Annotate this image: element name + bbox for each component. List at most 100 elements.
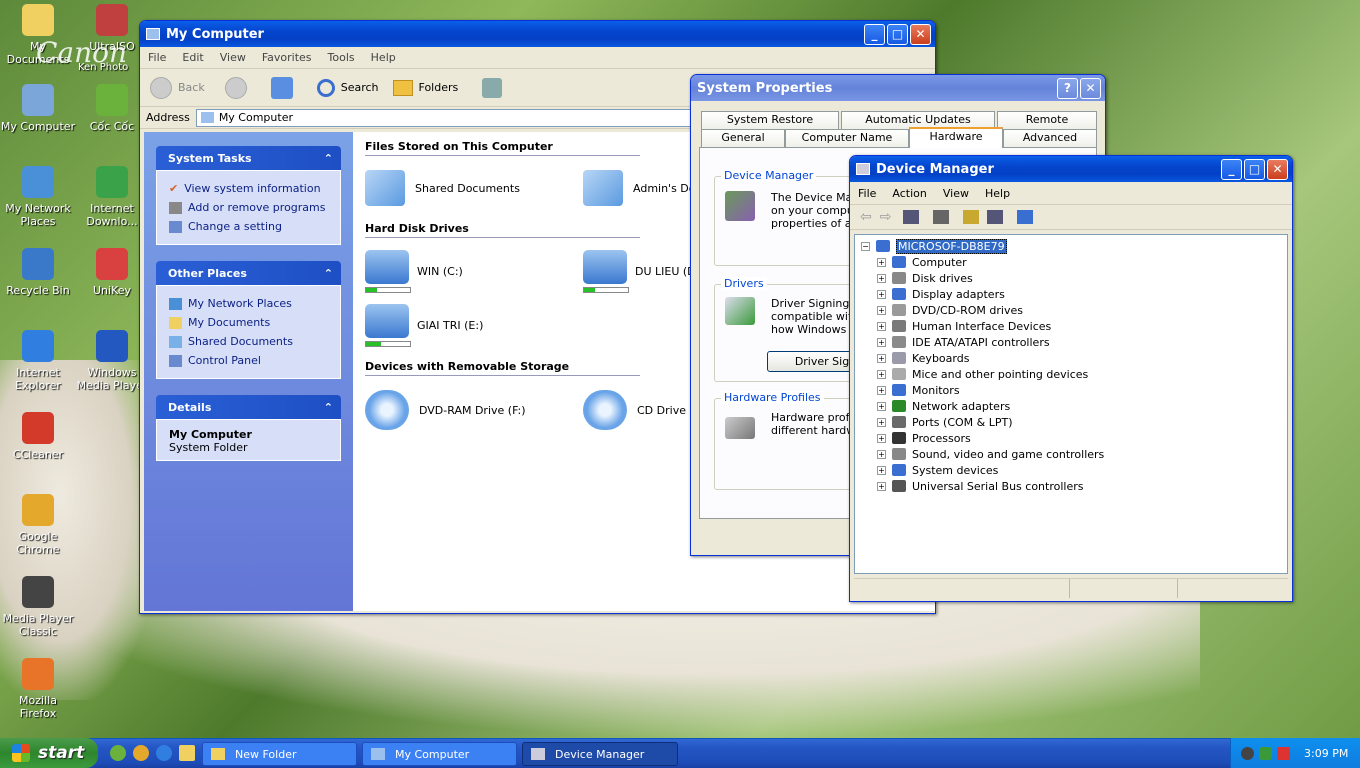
expand-icon[interactable]: + xyxy=(877,273,886,283)
menu-favorites[interactable]: Favorites xyxy=(254,51,320,64)
help-icon[interactable] xyxy=(963,210,980,224)
tree-node[interactable]: + Network adapters xyxy=(877,398,1287,414)
tree-root[interactable]: − MICROSOF-DB8E79 xyxy=(861,238,1287,254)
search-icon[interactable] xyxy=(316,78,335,97)
quicklaunch-chrome-icon[interactable] xyxy=(133,745,149,761)
tab-general[interactable]: General xyxy=(701,129,785,147)
other-places-header[interactable]: Other Places ⌃ xyxy=(156,261,341,285)
system-properties-titlebar[interactable]: System Properties ? ✕ xyxy=(691,75,1105,101)
root-label[interactable]: MICROSOF-DB8E79 xyxy=(896,238,1007,254)
forward-arrow-icon[interactable] xyxy=(224,76,247,99)
desktop-icon[interactable]: Mozilla Firefox xyxy=(0,658,76,720)
tray-network-icon[interactable] xyxy=(1259,746,1272,760)
collapse-icon[interactable]: ⌃ xyxy=(324,267,333,280)
taskbar-item-my-computer[interactable]: My Computer xyxy=(362,742,517,766)
expand-icon[interactable]: + xyxy=(877,385,886,395)
expand-icon[interactable]: + xyxy=(877,401,886,411)
device-manager-titlebar[interactable]: Device Manager _ □ ✕ xyxy=(850,156,1292,182)
tree-node[interactable]: + Ports (COM & LPT) xyxy=(877,414,1287,430)
place-network[interactable]: My Network Places xyxy=(169,294,328,313)
expand-icon[interactable]: + xyxy=(877,289,886,299)
place-shared-documents[interactable]: Shared Documents xyxy=(169,332,328,351)
drive-e[interactable]: GIAI TRI (E:) xyxy=(365,303,483,347)
desktop-icon[interactable]: Google Chrome xyxy=(0,494,76,556)
folders-button[interactable]: Folders xyxy=(419,81,459,94)
tree-node[interactable]: + Processors xyxy=(877,430,1287,446)
tree-node[interactable]: + Monitors xyxy=(877,382,1287,398)
up-folder-icon[interactable] xyxy=(270,76,293,99)
search-button[interactable]: Search xyxy=(341,81,379,94)
print-icon[interactable] xyxy=(933,210,950,224)
collapse-icon[interactable]: − xyxy=(861,241,870,251)
expand-icon[interactable]: + xyxy=(877,337,886,347)
tree-node[interactable]: + System devices xyxy=(877,462,1287,478)
expand-icon[interactable]: + xyxy=(877,369,886,379)
tab-computer-name[interactable]: Computer Name xyxy=(785,129,909,147)
dvd-ram-drive[interactable]: DVD-RAM Drive (F:) xyxy=(365,390,583,430)
expand-icon[interactable]: + xyxy=(877,465,886,475)
taskbar-item-new-folder[interactable]: New Folder xyxy=(202,742,357,766)
admins-documents-item[interactable]: Admin's Do xyxy=(583,170,696,206)
tree-node[interactable]: + Disk drives xyxy=(877,270,1287,286)
details-header[interactable]: Details ⌃ xyxy=(156,395,341,419)
maximize-button[interactable]: □ xyxy=(1244,158,1265,180)
drive-d[interactable]: DU LIEU (D xyxy=(583,249,696,293)
help-button[interactable]: ? xyxy=(1057,77,1078,99)
tree-node[interactable]: + IDE ATA/ATAPI controllers xyxy=(877,334,1287,350)
forward-arrow-icon[interactable]: ⇨ xyxy=(880,209,892,225)
desktop-icon[interactable]: Media Player Classic xyxy=(0,576,76,638)
properties-icon[interactable] xyxy=(987,210,1004,224)
expand-icon[interactable]: + xyxy=(877,257,886,267)
quicklaunch-ie-icon[interactable] xyxy=(156,745,172,761)
expand-icon[interactable]: + xyxy=(877,481,886,491)
system-tasks-header[interactable]: System Tasks ⌃ xyxy=(156,146,341,170)
tree-node[interactable]: + DVD/CD-ROM drives xyxy=(877,302,1287,318)
views-icon[interactable] xyxy=(482,77,503,98)
menu-file[interactable]: File xyxy=(850,187,884,200)
minimize-button[interactable]: _ xyxy=(1221,158,1242,180)
tree-node[interactable]: + Display adapters xyxy=(877,286,1287,302)
tray-unikey-icon[interactable] xyxy=(1277,746,1290,760)
quicklaunch-coccoc-icon[interactable] xyxy=(110,745,126,761)
menu-tools[interactable]: Tools xyxy=(320,51,363,64)
quicklaunch-folder-icon[interactable] xyxy=(179,745,195,761)
menu-file[interactable]: File xyxy=(140,51,174,64)
tree-node[interactable]: + Keyboards xyxy=(877,350,1287,366)
tree-node[interactable]: + Human Interface Devices xyxy=(877,318,1287,334)
menu-action[interactable]: Action xyxy=(884,187,934,200)
close-button[interactable]: ✕ xyxy=(910,23,931,45)
menu-view[interactable]: View xyxy=(935,187,977,200)
expand-icon[interactable]: + xyxy=(877,321,886,331)
scan-hardware-icon[interactable] xyxy=(1017,210,1034,224)
task-add-remove-programs[interactable]: Add or remove programs xyxy=(169,198,328,217)
cd-drive[interactable]: CD Drive (G xyxy=(583,390,702,430)
desktop-icon[interactable]: Internet Explorer xyxy=(0,330,76,392)
folders-icon[interactable] xyxy=(392,79,413,96)
collapse-icon[interactable]: ⌃ xyxy=(324,152,333,165)
menu-help[interactable]: Help xyxy=(977,187,1018,200)
menu-edit[interactable]: Edit xyxy=(174,51,211,64)
expand-icon[interactable]: + xyxy=(877,353,886,363)
my-computer-titlebar[interactable]: My Computer _ □ ✕ xyxy=(140,21,935,47)
tray-audio-icon[interactable] xyxy=(1241,746,1254,760)
shared-documents-item[interactable]: Shared Documents xyxy=(365,170,583,206)
task-change-setting[interactable]: Change a setting xyxy=(169,217,328,236)
menu-help[interactable]: Help xyxy=(363,51,404,64)
place-control-panel[interactable]: Control Panel xyxy=(169,351,328,370)
tab-advanced[interactable]: Advanced xyxy=(1003,129,1097,147)
close-button[interactable]: ✕ xyxy=(1080,77,1101,99)
maximize-button[interactable]: □ xyxy=(887,23,908,45)
collapse-icon[interactable]: ⌃ xyxy=(324,401,333,414)
tree-node[interactable]: + Computer xyxy=(877,254,1287,270)
taskbar-item-device-manager[interactable]: Device Manager xyxy=(522,742,678,766)
tree-node[interactable]: + Mice and other pointing devices xyxy=(877,366,1287,382)
show-hide-tree-icon[interactable] xyxy=(903,210,920,224)
minimize-button[interactable]: _ xyxy=(864,23,885,45)
expand-icon[interactable]: + xyxy=(877,305,886,315)
drive-c[interactable]: WIN (C:) xyxy=(365,249,583,293)
desktop-icon[interactable]: My Network Places xyxy=(0,166,76,228)
expand-icon[interactable]: + xyxy=(877,449,886,459)
back-arrow-icon[interactable]: ⇦ xyxy=(860,209,872,225)
tab-hardware[interactable]: Hardware xyxy=(909,127,1003,148)
tab-remote[interactable]: Remote xyxy=(997,111,1097,129)
